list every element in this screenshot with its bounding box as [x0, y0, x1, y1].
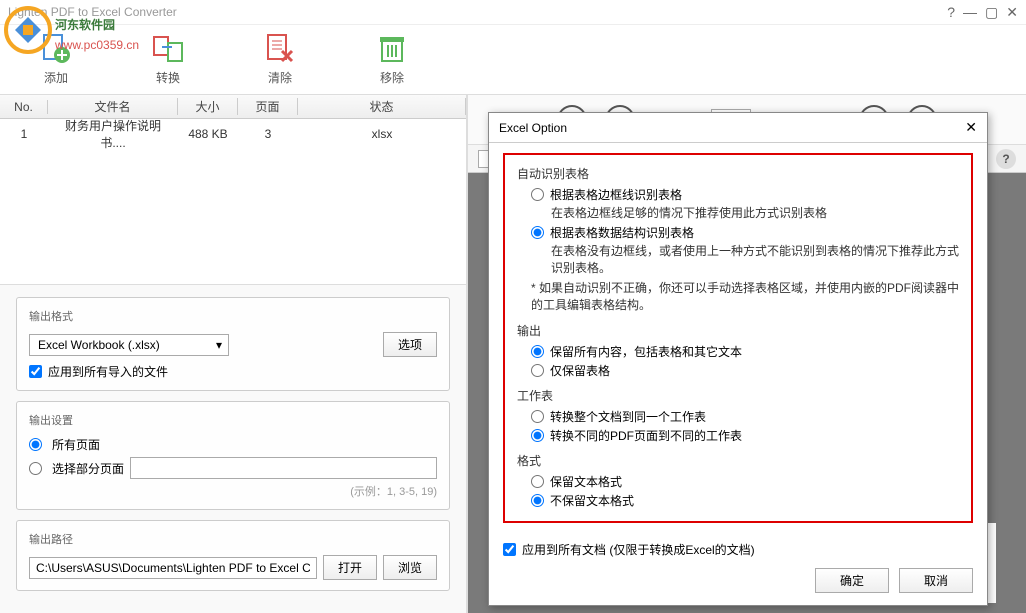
output-path-input[interactable] [29, 557, 317, 579]
col-name[interactable]: 文件名 [48, 98, 178, 115]
help-icon[interactable]: ? [996, 149, 1016, 169]
dialog-titlebar: Excel Option ✕ [489, 113, 987, 143]
settings-panel: 输出格式 Excel Workbook (.xlsx) 选项 应用到所有导入的文… [0, 284, 466, 613]
output-path-fieldset: 输出路径 打开 浏览 [16, 520, 450, 591]
table-row[interactable]: 1 财务用户操作说明书.... 488 KB 3 xlsx [0, 119, 466, 149]
options-button[interactable]: 选项 [383, 332, 437, 357]
keep-all-radio[interactable] [531, 345, 544, 358]
cancel-button[interactable]: 取消 [899, 568, 973, 593]
help-icon[interactable]: ? [947, 4, 955, 21]
svg-text:www.pc0359.cn: www.pc0359.cn [54, 38, 139, 52]
detect-structure-radio[interactable] [531, 226, 544, 239]
all-pages-radio[interactable] [29, 438, 42, 451]
open-button[interactable]: 打开 [323, 555, 377, 580]
maximize-icon[interactable]: ▢ [985, 4, 998, 21]
output-format-fieldset: 输出格式 Excel Workbook (.xlsx) 选项 应用到所有导入的文… [16, 297, 450, 391]
col-status[interactable]: 状态 [298, 98, 466, 115]
col-size[interactable]: 大小 [178, 98, 238, 115]
select-pages-radio[interactable] [29, 462, 42, 475]
multi-sheet-radio[interactable] [531, 429, 544, 442]
left-panel: No. 文件名 大小 页面 状态 1 财务用户操作说明书.... 488 KB … [0, 95, 468, 613]
minimize-icon[interactable]: — [963, 4, 977, 21]
remove-button[interactable]: 移除 [356, 33, 428, 86]
file-table: No. 文件名 大小 页面 状态 1 财务用户操作说明书.... 488 KB … [0, 95, 466, 149]
window-controls: ? — ▢ ✕ [947, 4, 1018, 21]
close-icon[interactable]: ✕ [1006, 4, 1018, 21]
keep-format-radio[interactable] [531, 475, 544, 488]
format-dropdown[interactable]: Excel Workbook (.xlsx) [29, 334, 229, 356]
output-settings-fieldset: 输出设置 所有页面 选择部分页面 (示例：1, 3-5, 19) [16, 401, 450, 510]
browse-button[interactable]: 浏览 [383, 555, 437, 580]
keep-tables-radio[interactable] [531, 364, 544, 377]
options-highlight-box: 自动识别表格 根据表格边框线识别表格 在表格边框线足够的情况下推荐使用此方式识别… [503, 153, 973, 523]
apply-all-files-checkbox[interactable] [29, 365, 42, 378]
excel-option-dialog: Excel Option ✕ 自动识别表格 根据表格边框线识别表格 在表格边框线… [488, 112, 988, 606]
detect-border-radio[interactable] [531, 188, 544, 201]
apply-all-docs-checkbox[interactable] [503, 543, 516, 556]
watermark-logo: 河东软件园 www.pc0359.cn [3, 5, 203, 63]
svg-text:河东软件园: 河东软件园 [54, 17, 115, 32]
no-format-radio[interactable] [531, 494, 544, 507]
single-sheet-radio[interactable] [531, 410, 544, 423]
dialog-close-button[interactable]: ✕ [965, 119, 977, 136]
clear-button[interactable]: 清除 [244, 33, 316, 86]
section-auto-detect: 自动识别表格 [517, 165, 959, 182]
table-header: No. 文件名 大小 页面 状态 [0, 95, 466, 119]
section-output: 输出 [517, 322, 959, 339]
section-format: 格式 [517, 452, 959, 469]
page-example: (示例：1, 3-5, 19) [29, 483, 437, 499]
dialog-title: Excel Option [499, 121, 567, 135]
ok-button[interactable]: 确定 [815, 568, 889, 593]
page-range-input[interactable] [130, 457, 437, 479]
section-worksheet: 工作表 [517, 387, 959, 404]
col-page[interactable]: 页面 [238, 98, 298, 115]
col-no[interactable]: No. [0, 100, 48, 114]
